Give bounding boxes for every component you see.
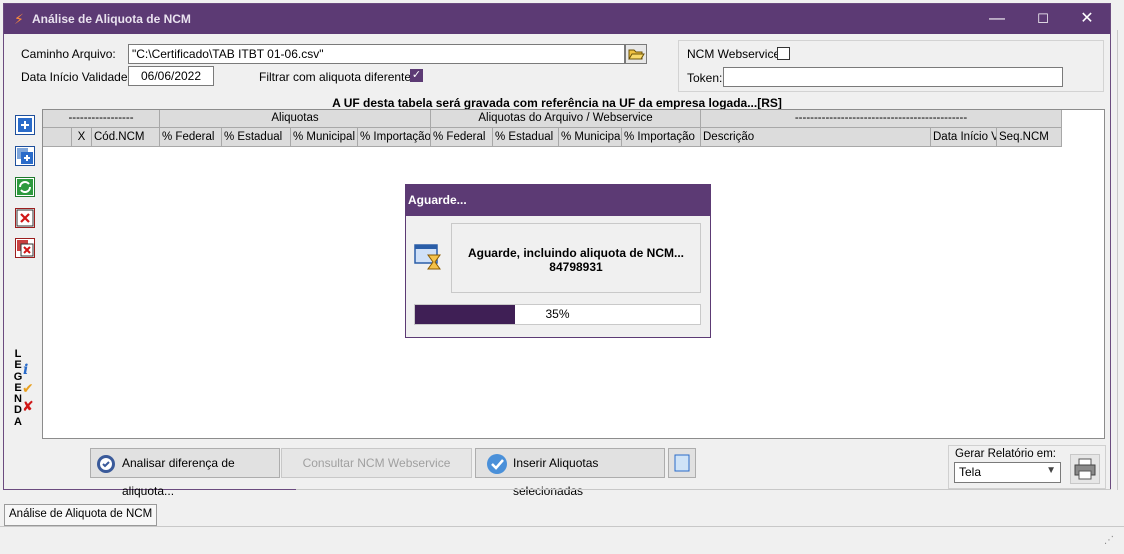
report-select[interactable]: Tela ▼	[954, 462, 1061, 483]
progress-bar: 35%	[414, 304, 701, 325]
extra-button[interactable]	[668, 448, 696, 478]
status-bar: ⋰	[0, 526, 1124, 554]
dialog-message-box: Aguarde, incluindo aliquota de NCM... 84…	[451, 223, 701, 293]
column-header[interactable]: Data Início Va	[931, 128, 997, 147]
file-path-label: Caminho Arquivo:	[21, 47, 116, 61]
dialog-ncm-code: 84798931	[549, 260, 603, 274]
token-input[interactable]	[723, 67, 1063, 87]
group-header: -----------------	[43, 110, 160, 128]
analyze-icon	[97, 455, 115, 473]
folder-open-icon	[628, 49, 645, 60]
group-header: ----------------------------------------…	[701, 110, 1062, 128]
dialog-title[interactable]: Aguarde...	[406, 185, 710, 216]
maximize-button[interactable]: ☐	[1020, 4, 1066, 34]
column-header[interactable]: % Importação	[622, 128, 701, 147]
info-icon: i	[23, 362, 29, 378]
add-icon[interactable]	[15, 115, 35, 135]
inserir-button[interactable]: Inserir Aliquotas selecionadas	[475, 448, 665, 498]
analisar-button[interactable]: Analisar diferença de aliquota...	[90, 448, 280, 498]
delete-all-icon[interactable]	[15, 238, 35, 258]
column-header[interactable]: % Federal	[160, 128, 222, 147]
group-header: Aliquotas do Arquivo / Webservice	[431, 110, 701, 128]
mdi-hscrollbar[interactable]	[296, 489, 1111, 501]
check-icon: ✔	[22, 380, 34, 396]
legend-letter: E	[14, 359, 22, 372]
progress-label: 35%	[545, 307, 570, 321]
mdi-scrollbar[interactable]	[1117, 30, 1124, 490]
hourglass-window-icon	[414, 244, 441, 270]
dialog-message: Aguarde, incluindo aliquota de NCM...	[467, 246, 684, 260]
close-button[interactable]: ✕	[1064, 4, 1110, 34]
ncm-ws-label: NCM Webservice:	[687, 47, 784, 61]
document-icon	[674, 454, 690, 472]
column-header[interactable]: Cód.NCM	[92, 128, 160, 147]
validity-label: Data Início Validade:	[21, 70, 131, 84]
group-header: Aliquotas	[160, 110, 431, 128]
progress-dialog: Aguarde... Aguarde, incluindo aliquota d…	[405, 184, 711, 338]
tab-analise-aliquota[interactable]: Análise de Aliquota de NCM	[4, 504, 158, 526]
filter-label: Filtrar com aliquota diferente:	[259, 70, 415, 84]
column-header[interactable]: Seq.NCM	[997, 128, 1062, 147]
window-title: Análise de Aliquota de NCM	[32, 12, 191, 26]
column-header-indicator	[43, 128, 72, 147]
column-header[interactable]: % Federal	[431, 128, 493, 147]
column-header[interactable]: % Estadual	[222, 128, 291, 147]
column-header[interactable]: % Estadual	[493, 128, 559, 147]
checkmark-badge-icon	[487, 454, 507, 474]
file-path-input[interactable]: "C:\Certificado\TAB ITBT 01-06.csv"	[128, 44, 625, 64]
column-header[interactable]: % Municipal	[559, 128, 622, 147]
uf-banner: A UF desta tabela será gravada com refer…	[332, 96, 782, 110]
minimize-button[interactable]: —	[974, 4, 1020, 34]
chevron-down-icon: ▼	[1046, 465, 1056, 476]
printer-icon	[1074, 458, 1096, 480]
column-header[interactable]: Descrição	[701, 128, 931, 147]
add-multiple-icon[interactable]	[15, 146, 35, 166]
column-header[interactable]: % Municipal	[291, 128, 358, 147]
column-header[interactable]: X	[72, 128, 92, 147]
print-button[interactable]	[1070, 454, 1100, 484]
open-folder-button[interactable]	[625, 44, 647, 64]
app-icon: ⚡	[14, 11, 24, 27]
filter-checkbox[interactable]: ✓	[410, 69, 423, 82]
report-label: Gerar Relatório em:	[955, 448, 1056, 460]
token-label: Token:	[687, 71, 723, 85]
report-group: Gerar Relatório em: Tela ▼	[948, 445, 1106, 489]
validity-date-input[interactable]: 06/06/2022	[128, 66, 214, 86]
resize-grip-icon[interactable]: ⋰	[1104, 535, 1114, 546]
ncm-ws-checkbox[interactable]	[777, 47, 790, 60]
cross-icon: ✘	[22, 398, 34, 414]
ncm-webservice-group: NCM Webservice: Token:	[678, 40, 1104, 92]
delete-icon[interactable]	[15, 208, 35, 228]
analisar-label: Analisar diferença de aliquota...	[122, 456, 235, 498]
title-bar[interactable]: ⚡ Análise de Aliquota de NCM — ☐ ✕	[4, 4, 1110, 34]
legend-letter: A	[14, 415, 22, 428]
report-selected: Tela	[959, 465, 982, 479]
consultar-ncm-button[interactable]: Consultar NCM Webservice	[281, 448, 472, 478]
column-header[interactable]: % Importação	[358, 128, 431, 147]
refresh-icon[interactable]	[15, 177, 35, 197]
